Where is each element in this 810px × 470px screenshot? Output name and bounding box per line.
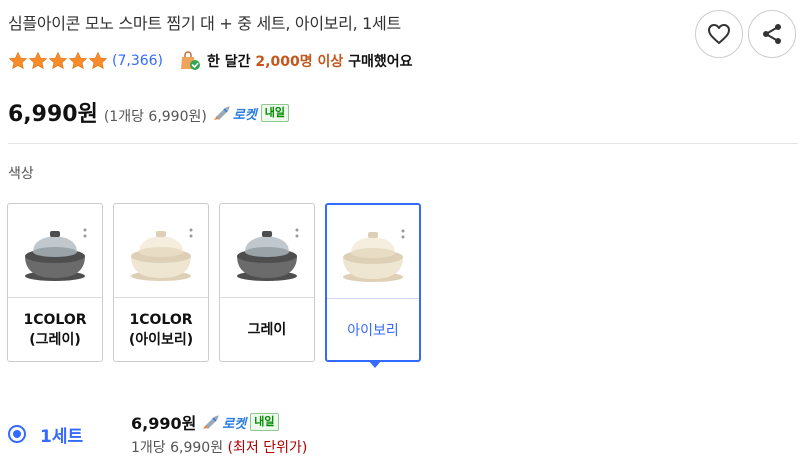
color-option-label: 1COLOR(아이보리): [128, 312, 194, 348]
review-count-link[interactable]: (7,366): [112, 53, 163, 69]
color-option-label: 그레이: [247, 322, 287, 338]
like-button[interactable]: [695, 10, 743, 58]
radio-selected-dot: [13, 430, 21, 438]
tomorrow-badge: 내일: [250, 413, 279, 431]
star-icon: [68, 51, 88, 70]
price-row: 6,990원 (1개당 6,990원) 로켓 내일: [8, 96, 290, 128]
steamer-thumbnail-image: [8, 204, 102, 298]
selected-caret-icon: [369, 361, 381, 368]
quantity-option-row[interactable]: 1세트 6,990원 로켓 내일 1개당 6,990원 (최저 단위가): [8, 408, 798, 460]
rocket-icon: [203, 415, 219, 429]
tomorrow-badge: 내일: [260, 104, 290, 122]
rocket-label: 로켓: [222, 416, 247, 432]
star-icon: [88, 51, 108, 70]
unit-price: (1개당 6,990원): [103, 109, 207, 125]
color-option-card[interactable]: 1COLOR(그레이): [7, 203, 103, 362]
purchase-summary: 한 달간 2,000명 이상 구매했어요: [207, 51, 412, 71]
heart-icon: [708, 24, 730, 44]
rocket-delivery-badge: 로켓 내일: [213, 104, 290, 123]
star-icon: [8, 51, 28, 70]
rocket-label: 로켓: [232, 107, 257, 123]
steamer-thumbnail-image: [327, 205, 419, 299]
quantity-label: 1세트: [40, 427, 84, 447]
quantity-unit-price: 1개당 6,990원: [131, 440, 224, 456]
quantity-price-line: 6,990원 로켓 내일: [131, 410, 279, 434]
quantity-price: 6,990원: [131, 414, 197, 433]
color-option-card[interactable]: 그레이: [219, 203, 315, 362]
star-icon: [48, 51, 68, 70]
star-rating[interactable]: [8, 51, 108, 71]
steamer-thumbnail-image: [114, 204, 208, 298]
star-icon: [28, 51, 48, 70]
share-icon: [763, 24, 781, 44]
color-option-card[interactable]: 아이보리: [325, 203, 421, 368]
rating-row: (7,366) 한 달간 2,000명 이상 구매했어요: [8, 50, 413, 72]
purchase-prefix: 한 달간: [207, 54, 251, 70]
purchase-suffix: 구매했어요: [348, 54, 413, 70]
shopping-bag-check-icon: [179, 50, 201, 72]
section-divider: [8, 143, 798, 144]
color-option-label: 색상: [8, 166, 34, 182]
color-option-label: 아이보리: [347, 323, 399, 339]
color-options: 1COLOR(그레이) 1COLOR(아이보리) 그레이 아이보리: [7, 203, 421, 368]
sale-price: 6,990원: [8, 102, 98, 127]
purchase-count: 2,000명 이상: [255, 54, 344, 70]
rocket-delivery-badge: 로켓 내일: [202, 413, 279, 432]
share-button[interactable]: [748, 10, 796, 58]
quantity-radio[interactable]: [8, 425, 26, 443]
color-option-card[interactable]: 1COLOR(아이보리): [113, 203, 209, 362]
color-option-label: 1COLOR(그레이): [23, 312, 87, 348]
product-title: 심플아이콘 모노 스마트 찜기 대 + 중 세트, 아이보리, 1세트: [8, 14, 401, 33]
quantity-unit-price-line: 1개당 6,990원 (최저 단위가): [131, 437, 307, 457]
rocket-icon: [213, 106, 230, 120]
steamer-thumbnail-image: [220, 204, 314, 298]
lowest-unit-price-tag: (최저 단위가): [227, 440, 308, 456]
